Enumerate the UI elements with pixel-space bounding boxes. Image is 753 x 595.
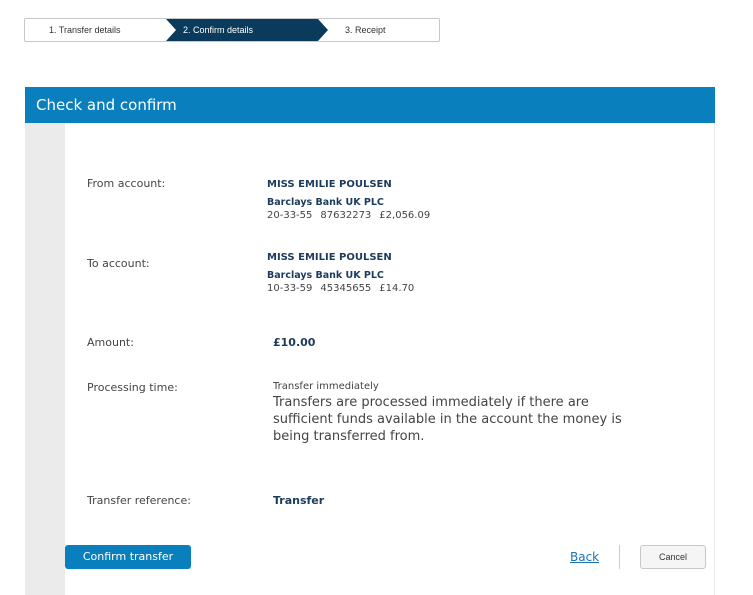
confirm-panel: Check and confirm From account: MISS EMI… (25, 87, 715, 595)
step-transfer-details: 1. Transfer details (49, 25, 121, 35)
progress-stepper: 1. Transfer details 2. Confirm details 3… (24, 18, 440, 42)
to-account-numbers: 10-33-59 45345655 £14.70 (267, 283, 422, 294)
panel-body: From account: MISS EMILIE POULSEN Barcla… (65, 123, 714, 595)
from-account-name: MISS EMILIE POULSEN (267, 179, 392, 190)
amount-value: £10.00 (273, 336, 316, 349)
panel-title: Check and confirm (25, 87, 715, 123)
step-receipt: 3. Receipt (345, 25, 386, 35)
amount-label: Amount: (87, 336, 134, 349)
transfer-reference-value: Transfer (273, 494, 325, 507)
processing-time-label: Processing time: (87, 381, 178, 394)
to-account-name: MISS EMILIE POULSEN (267, 252, 392, 263)
from-account-bank: Barclays Bank UK PLC (267, 197, 384, 208)
processing-time-value: Transfer immediately (273, 381, 379, 392)
back-link[interactable]: Back (570, 550, 599, 564)
cancel-button[interactable]: Cancel (640, 545, 706, 569)
step-confirm-details: 2. Confirm details (166, 19, 328, 41)
action-divider (619, 545, 620, 569)
from-account-number: 87632273 (320, 210, 372, 221)
to-account-details: MISS EMILIE POULSEN Barclays Bank UK PLC… (267, 252, 422, 294)
processing-time-details: Transfer immediately Transfers are proce… (273, 381, 643, 445)
from-account-details: MISS EMILIE POULSEN Barclays Bank UK PLC… (267, 179, 438, 221)
transfer-reference-label: Transfer reference: (87, 494, 191, 507)
processing-time-description: Transfers are processed immediately if t… (273, 395, 622, 444)
from-sort-code: 20-33-55 (267, 210, 313, 221)
from-balance: £2,056.09 (379, 210, 431, 221)
from-account-numbers: 20-33-55 87632273 £2,056.09 (267, 210, 438, 221)
confirm-transfer-button[interactable]: Confirm transfer (65, 545, 191, 569)
to-account-label: To account: (87, 257, 150, 270)
to-account-number: 45345655 (320, 283, 372, 294)
to-balance: £14.70 (379, 283, 415, 294)
to-sort-code: 10-33-59 (267, 283, 313, 294)
to-account-bank: Barclays Bank UK PLC (267, 270, 384, 281)
from-account-label: From account: (87, 177, 166, 190)
